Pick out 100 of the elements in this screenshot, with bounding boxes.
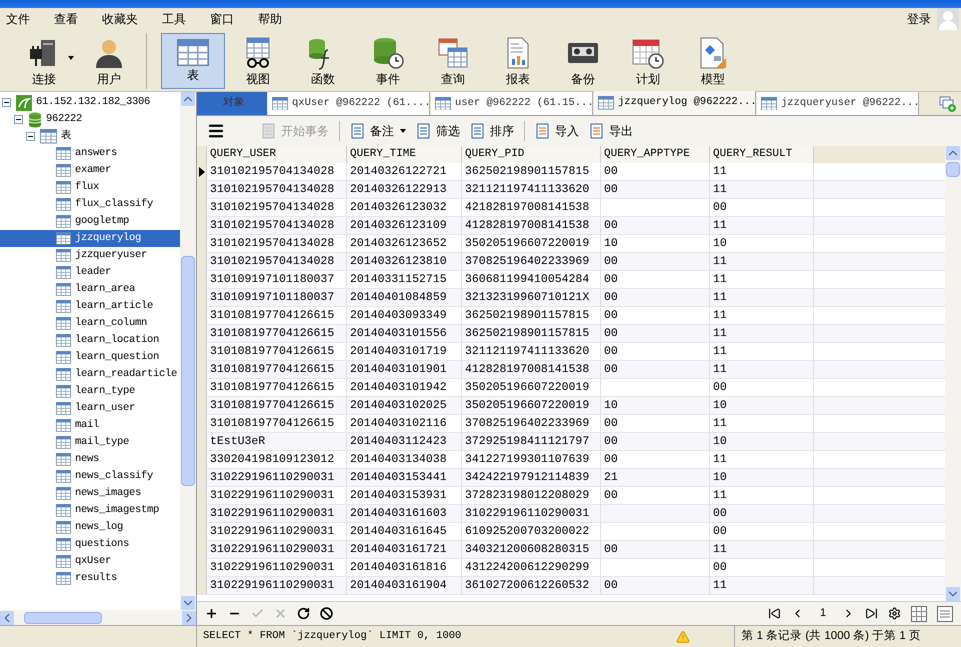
collapse-toggle[interactable]: [26, 132, 35, 141]
column-header[interactable]: QUERY_PID: [462, 146, 601, 163]
tree-item[interactable]: examer: [75, 162, 112, 178]
table-cell-text: 20140401084859: [350, 290, 447, 306]
refresh-icon[interactable]: [297, 607, 310, 620]
first-page-icon[interactable]: [768, 607, 781, 620]
action-button[interactable]: 导出: [587, 120, 635, 142]
tree-item[interactable]: learn_area: [75, 282, 136, 298]
action-button[interactable]: 备注: [348, 120, 408, 142]
collapse-toggle[interactable]: [14, 115, 23, 124]
tree-item[interactable]: 表: [61, 128, 72, 144]
table-cell-text: 10: [713, 236, 727, 252]
toolbar-button[interactable]: 事件: [356, 32, 420, 88]
column-header[interactable]: QUERY_USER: [207, 146, 347, 163]
tree-item[interactable]: flux_classify: [75, 196, 154, 212]
tree-item[interactable]: answers: [75, 146, 118, 162]
tree-item[interactable]: news_images: [75, 486, 142, 502]
tree-item[interactable]: leader: [75, 264, 112, 280]
table-cell-text: 310108197704126615: [210, 326, 334, 342]
menu-icon[interactable]: [207, 122, 225, 140]
tree-item[interactable]: results: [75, 570, 118, 586]
table-cell-text: 20140403134038: [350, 452, 447, 468]
tree-item[interactable]: learn_type: [75, 384, 136, 400]
tree-item[interactable]: news_classify: [75, 468, 154, 484]
menu-item[interactable]: 文件: [0, 10, 36, 28]
toolbar-button[interactable]: 函数: [291, 32, 355, 88]
toolbar-button[interactable]: 表: [161, 32, 225, 88]
warning-icon: [676, 630, 690, 644]
column-header[interactable]: QUERY_RESULT: [710, 146, 814, 163]
scrollbar-thumb[interactable]: [24, 612, 102, 624]
scroll-up-icon[interactable]: [946, 146, 960, 160]
tree-item[interactable]: learn_location: [75, 332, 160, 348]
toolbar-button[interactable]: 视图: [226, 32, 290, 88]
collapse-toggle[interactable]: [2, 98, 11, 107]
tree-item[interactable]: qxUser: [75, 554, 112, 570]
new-tab-icon[interactable]: [939, 96, 957, 112]
tab[interactable]: qxUser @962222 (61....: [268, 92, 430, 115]
toolbar-button[interactable]: 用户: [77, 32, 141, 88]
toolbar-button[interactable]: 模型: [681, 32, 745, 88]
horizontal-scrollbar[interactable]: [0, 610, 196, 625]
tree-item[interactable]: jzzqueryuser: [75, 248, 148, 264]
table-cell-text: 20140403101942: [350, 380, 447, 396]
toolbar-button[interactable]: 备份: [551, 32, 615, 88]
scrollbar-thumb[interactable]: [181, 256, 195, 486]
tree-item[interactable]: googletmp: [75, 214, 130, 230]
form-view-icon[interactable]: [937, 606, 953, 622]
scroll-right-icon[interactable]: [182, 610, 196, 624]
tree-item[interactable]: learn_readarticle: [75, 366, 178, 382]
tree-item[interactable]: mail: [75, 418, 100, 434]
action-button[interactable]: 筛选: [414, 120, 462, 142]
scrollbar-thumb[interactable]: [946, 162, 960, 177]
page-number[interactable]: 1: [814, 605, 832, 622]
tree-item[interactable]: mail_type: [75, 434, 130, 450]
menu-item[interactable]: 收藏夹: [96, 10, 144, 28]
scroll-up-icon[interactable]: [181, 92, 195, 106]
stop-icon[interactable]: [320, 607, 333, 620]
action-button[interactable]: 导入: [533, 120, 581, 142]
table-cell-text: 421828197008141538: [465, 200, 590, 216]
table-cell-text: 20140403101556: [350, 326, 447, 342]
login-link[interactable]: 登录: [907, 10, 931, 28]
toolbar-button[interactable]: 计划: [616, 32, 680, 88]
menu-item[interactable]: 查看: [48, 10, 84, 28]
tab[interactable]: user @962222 (61.15...: [431, 92, 593, 115]
table-cell-text: 11: [713, 218, 727, 234]
toolbar-button[interactable]: 连接: [12, 32, 76, 88]
scroll-down-icon[interactable]: [946, 587, 960, 601]
tree-item[interactable]: learn_user: [75, 400, 136, 416]
menu-item[interactable]: 窗口: [204, 10, 240, 28]
grid-view-icon[interactable]: [911, 606, 927, 622]
table-cell-text: 20140403161645: [350, 524, 447, 540]
tree-item[interactable]: news: [75, 452, 100, 468]
tree-item[interactable]: learn_question: [75, 350, 160, 366]
column-header[interactable]: QUERY_TIME: [347, 146, 462, 163]
menu-item[interactable]: 帮助: [252, 10, 288, 28]
tab[interactable]: jzzquerylog @962222...: [594, 91, 756, 115]
tree-item[interactable]: questions: [75, 536, 130, 552]
action-button[interactable]: 排序: [468, 120, 516, 142]
tree-item[interactable]: learn_article: [75, 298, 154, 314]
menu-item[interactable]: 工具: [156, 10, 192, 28]
table-cell-text: 00: [604, 416, 618, 432]
vertical-scrollbar[interactable]: [945, 146, 961, 601]
last-page-icon[interactable]: [865, 607, 878, 620]
scroll-down-icon[interactable]: [181, 596, 195, 610]
vertical-scrollbar[interactable]: [180, 92, 196, 610]
column-header[interactable]: QUERY_APPTYPE: [601, 146, 710, 163]
toolbar-button[interactable]: 报表: [486, 32, 550, 88]
tree-item[interactable]: news_log: [75, 520, 124, 536]
tree-item[interactable]: 962222: [46, 112, 82, 128]
add-icon[interactable]: [205, 607, 218, 620]
table-cell-text: 20140403112423: [350, 434, 447, 450]
toolbar-button[interactable]: 查询: [421, 32, 485, 88]
settings-icon[interactable]: [888, 607, 901, 620]
tree-item[interactable]: flux: [75, 180, 100, 196]
tab[interactable]: jzzqueryuser @96222...: [757, 92, 919, 115]
table-cell-text: 310109197101180037: [210, 272, 334, 288]
tree-item[interactable]: 61.152.132.182_3306: [36, 94, 150, 110]
tree-item[interactable]: news_imagestmp: [75, 502, 160, 518]
scroll-left-icon[interactable]: [0, 610, 14, 624]
table-icon: [56, 198, 71, 211]
tree-item[interactable]: learn_column: [75, 316, 148, 332]
